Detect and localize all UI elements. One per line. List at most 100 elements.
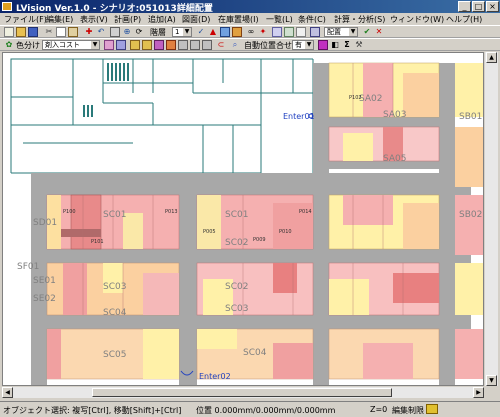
maximize-button[interactable]: □ [472,1,485,12]
svg-text:Enter01: Enter01 [283,112,315,121]
rack-label-p009: P009 [253,237,266,243]
chevron-down-icon: ▼ [305,41,313,49]
minimize-button[interactable]: _ [458,1,471,12]
zone-label-sa03: SA03 [383,110,407,120]
color-mode-select[interactable]: 剤入コスト ▼ [42,40,100,50]
window-icon[interactable] [272,27,282,37]
palette-icon[interactable]: ✿ [4,40,14,50]
paste-icon[interactable] [68,27,78,37]
folder-icon[interactable] [130,40,140,50]
auto-position-select[interactable]: 有 ▼ [292,40,314,50]
zone-label-sc01b: SC01 [225,210,248,220]
floor-select[interactable]: 1 ▼ [172,27,192,37]
new-file-icon[interactable] [4,27,14,37]
rack-label-p014: P014 [299,209,312,215]
pin-icon[interactable]: ✦ [258,27,268,37]
menu-add[interactable]: 追加(A) [148,14,176,25]
rotate-icon[interactable] [202,40,212,50]
binoculars-icon[interactable]: ∞ [246,27,256,37]
rack-label-p010: P010 [279,229,292,235]
zone-label-sc02b: SC02 [225,282,248,292]
sheet-icon[interactable] [296,27,306,37]
shelf-icon[interactable] [116,40,126,50]
menu-edit[interactable]: 編集(E) [46,14,73,25]
warning-icon[interactable]: ▲ [208,27,218,37]
mirror-icon[interactable]: ◧ [330,40,340,50]
menu-plan[interactable]: 計画(P) [114,14,141,25]
zone-label-sb02: SB02 [459,210,482,220]
scroll-left-icon[interactable]: ◀ [2,387,13,398]
undo-icon[interactable]: ↶ [96,27,106,37]
app-icon [2,2,12,11]
auto-position-label: 自動位置合せ [244,41,292,50]
menu-inventory[interactable]: 在庫置場(I) [218,14,259,25]
rack-label-p005: P005 [203,229,216,235]
grid-icon[interactable] [220,27,230,37]
check-icon[interactable]: ✓ [196,27,206,37]
status-z: Z=0 [370,405,388,414]
auto-position-value: 有 [295,41,302,49]
layout-select-value: 配置 [327,28,341,36]
menu-list[interactable]: 一覧(L) [266,14,293,25]
zone-label-se01: SE01 [33,276,56,286]
layout-select[interactable]: 配置 ▼ [324,27,358,37]
menu-condition[interactable]: 条件(C) [298,14,326,25]
box-icon[interactable] [166,40,176,50]
chevron-down-icon: ▼ [183,28,191,36]
search-icon[interactable]: ⌕ [230,40,240,50]
menu-file[interactable]: ファイル(F) [4,14,47,25]
refresh-icon[interactable]: ⟳ [134,27,144,37]
list-icon[interactable] [310,27,320,37]
svg-text:Enter02: Enter02 [199,372,231,381]
menu-window[interactable]: ウィンドウ(W) [390,14,444,25]
zone-label-se02: SE02 [33,294,56,304]
menu-help[interactable]: ヘルプ(H) [446,14,482,25]
zone-label-sc04: SC04 [103,308,127,318]
zoom-icon[interactable]: ⊕ [122,27,132,37]
zone-label-sc03b: SC03 [225,304,248,314]
magnet-icon[interactable]: ⊂ [216,40,226,50]
zone-label-sd01: SD01 [33,218,57,228]
save-icon[interactable] [28,27,38,37]
close-button[interactable]: × [486,1,499,12]
vertical-scrollbar[interactable]: ▲ ▼ [485,52,498,386]
wrench-icon[interactable]: ⚒ [354,40,364,50]
cancel-x-icon[interactable]: ✕ [374,27,384,37]
delete-icon[interactable]: ✚ [84,27,94,37]
menu-drawing[interactable]: 図面(D) [182,14,210,25]
zone-label-sb01: SB01 [459,112,482,122]
zone-label-sa05: SA05 [383,154,407,164]
title-bar[interactable]: LVision Ver.1.0 - シナリオ:051013詳細配置 _ □ × [0,0,500,14]
align-icon[interactable] [190,40,200,50]
horizontal-scrollbar[interactable]: ◀ ▶ [2,387,484,398]
print-icon[interactable] [110,27,120,37]
scroll-down-icon[interactable]: ▼ [486,375,497,386]
purple-box-icon[interactable] [318,40,328,50]
layout-icon[interactable] [232,27,242,37]
open-folder-icon[interactable] [16,27,26,37]
cut-icon[interactable]: ✂ [44,27,54,37]
entrance-01[interactable]: Enter01 [283,112,315,121]
rack-label-p013: P013 [165,209,178,215]
zone-label-sf01: SF01 [17,262,39,272]
move-icon[interactable] [178,40,188,50]
scroll-thumb[interactable] [92,388,392,397]
rack-label-p101: P101 [91,239,104,245]
layout-canvas[interactable]: SC01 SC01 SC03 SC02 SC04 SC02 SC03 SC05 … [2,52,484,386]
rack-label-p102: P102 [349,95,362,101]
scroll-right-icon[interactable]: ▶ [473,387,484,398]
status-mode: 編集制限 [392,406,424,415]
menu-analysis[interactable]: 計算・分析(S) [334,14,385,25]
menu-view[interactable]: 表示(V) [80,14,108,25]
scroll-up-icon[interactable]: ▲ [486,52,497,63]
cube-icon[interactable] [154,40,164,50]
floor-label: 階層 [150,28,166,37]
warehouse-map[interactable]: SC01 SC01 SC03 SC02 SC04 SC02 SC03 SC05 … [3,53,483,385]
table-icon[interactable] [284,27,294,37]
apply-check-icon[interactable]: ✔ [362,27,372,37]
chevron-down-icon: ▼ [91,41,99,49]
copy-icon[interactable] [56,27,66,37]
sigma-icon[interactable]: Σ [342,40,352,50]
rack-icon[interactable] [104,40,114,50]
folder2-icon[interactable] [142,40,152,50]
